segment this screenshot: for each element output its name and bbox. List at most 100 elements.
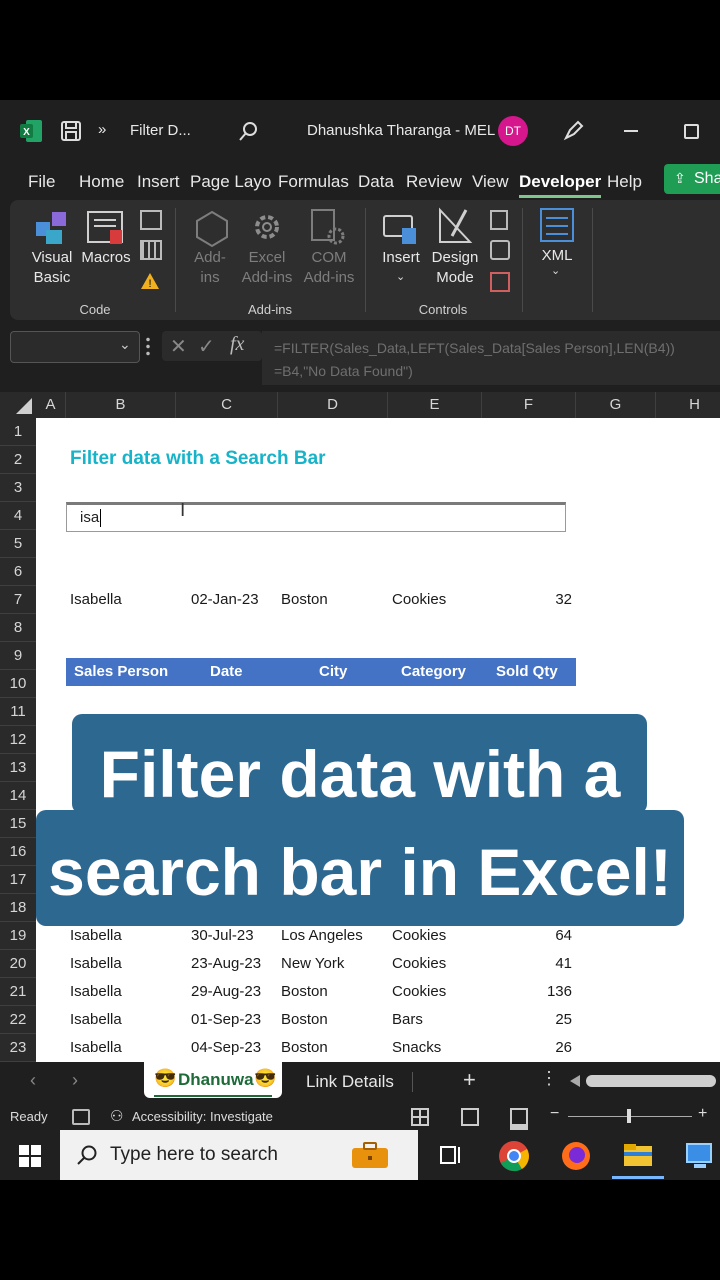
- cell-category[interactable]: Cookies: [392, 978, 446, 1006]
- windows-start-icon[interactable]: [19, 1145, 41, 1167]
- cell-date[interactable]: 29-Aug-23: [191, 978, 261, 1006]
- cell-date[interactable]: 01-Sep-23: [191, 1006, 261, 1034]
- cell-city[interactable]: Boston: [281, 978, 328, 1006]
- tab-view[interactable]: View: [472, 172, 509, 192]
- briefcase-icon[interactable]: [350, 1142, 390, 1170]
- cell-category[interactable]: Snacks: [392, 1034, 441, 1062]
- run-dialog-icon[interactable]: [490, 272, 510, 292]
- add-sheet-button[interactable]: +: [463, 1067, 476, 1093]
- cell-sales-person[interactable]: Isabella: [70, 1034, 122, 1062]
- accessibility-icon[interactable]: ⚇: [110, 1107, 123, 1125]
- tab-insert[interactable]: Insert: [137, 172, 180, 192]
- cell-sold-qty[interactable]: 136: [547, 978, 572, 1006]
- xml-button[interactable]: XML: [530, 246, 584, 266]
- column-header-e[interactable]: E: [388, 392, 482, 418]
- tab-help[interactable]: Help: [607, 172, 642, 192]
- row-header[interactable]: 13: [0, 754, 36, 782]
- zoom-slider-thumb[interactable]: [627, 1109, 631, 1123]
- tab-file[interactable]: File: [28, 172, 55, 192]
- column-header-a[interactable]: A: [36, 392, 66, 418]
- view-code-icon[interactable]: [490, 240, 510, 260]
- cell-category[interactable]: Cookies: [392, 950, 446, 978]
- enter-icon[interactable]: ✓: [198, 334, 215, 359]
- cell-sales-person[interactable]: Isabella: [70, 922, 122, 950]
- cell-category[interactable]: Bars: [392, 1006, 423, 1034]
- row-header[interactable]: 15: [0, 810, 36, 838]
- cell-date[interactable]: 30-Jul-23: [191, 922, 254, 950]
- chevron-down-icon[interactable]: ⌄: [396, 270, 405, 283]
- select-all-icon[interactable]: [14, 398, 32, 414]
- cell-city[interactable]: New York: [281, 950, 344, 978]
- tab-data[interactable]: Data: [358, 172, 394, 192]
- name-box[interactable]: ⌄: [10, 331, 140, 363]
- row-header[interactable]: 23: [0, 1034, 36, 1062]
- zoom-out-button[interactable]: −: [550, 1105, 559, 1123]
- sheet-tab-dhanuwa[interactable]: 😎 Dhanuwa 😎: [144, 1062, 282, 1098]
- visual-basic-icon[interactable]: [32, 208, 72, 248]
- row-header[interactable]: 11: [0, 698, 36, 726]
- column-header-c[interactable]: C: [176, 392, 278, 418]
- search-input[interactable]: isa: [66, 502, 566, 532]
- column-header-f[interactable]: F: [482, 392, 576, 418]
- formula-input[interactable]: =FILTER(Sales_Data,LEFT(Sales_Data[Sales…: [262, 331, 720, 385]
- header-category[interactable]: Category: [401, 658, 466, 686]
- cell-sales-person[interactable]: Isabella: [70, 1006, 122, 1034]
- cell-sales-person[interactable]: Isabella: [70, 950, 122, 978]
- cell-category[interactable]: Cookies: [392, 922, 446, 950]
- row-header[interactable]: 18: [0, 894, 36, 922]
- firefox-icon[interactable]: [560, 1140, 592, 1172]
- save-icon[interactable]: [60, 120, 82, 142]
- cell-city[interactable]: Boston: [281, 1034, 328, 1062]
- more-options-icon[interactable]: ⋮: [540, 1068, 558, 1089]
- avatar[interactable]: DT: [498, 116, 528, 146]
- macro-security-warning-icon[interactable]: !: [140, 272, 160, 290]
- row-header[interactable]: 5: [0, 530, 36, 558]
- row-header[interactable]: 3: [0, 474, 36, 502]
- row-header[interactable]: 1: [0, 418, 36, 446]
- accessibility-status[interactable]: Accessibility: Investigate: [132, 1109, 273, 1124]
- share-button[interactable]: ⇪ Sha: [664, 164, 720, 194]
- next-sheet-icon[interactable]: ›: [72, 1070, 78, 1091]
- tab-home[interactable]: Home: [79, 172, 124, 192]
- row-header[interactable]: 8: [0, 614, 36, 642]
- row-header[interactable]: 6: [0, 558, 36, 586]
- normal-view-icon[interactable]: [411, 1108, 429, 1126]
- visual-basic-button[interactable]: Visual Basic: [24, 248, 80, 288]
- search-icon[interactable]: [238, 120, 260, 142]
- horizontal-scrollbar[interactable]: [586, 1075, 716, 1087]
- minimize-icon[interactable]: [624, 130, 638, 132]
- cell-sold-qty[interactable]: 64: [555, 922, 572, 950]
- tab-formulas[interactable]: Formulas: [278, 172, 349, 192]
- tab-developer[interactable]: Developer: [519, 172, 602, 198]
- record-macro-icon[interactable]: [140, 210, 162, 230]
- row-header[interactable]: 22: [0, 1006, 36, 1034]
- relative-references-icon[interactable]: [140, 240, 162, 260]
- column-header-b[interactable]: B: [66, 392, 176, 418]
- cell-city[interactable]: Boston: [281, 586, 328, 614]
- tab-page-layout[interactable]: Page Layo: [190, 172, 271, 192]
- row-header[interactable]: 9: [0, 642, 36, 670]
- macros-button[interactable]: Macros: [78, 248, 134, 268]
- page-break-view-icon[interactable]: [510, 1108, 528, 1130]
- cell-sold-qty[interactable]: 25: [555, 1006, 572, 1034]
- macro-record-icon[interactable]: [72, 1109, 90, 1125]
- row-header[interactable]: 19: [0, 922, 36, 950]
- insert-function-icon[interactable]: fx: [230, 333, 244, 356]
- excel-add-ins-button[interactable]: Excel Add-ins: [236, 248, 298, 288]
- column-header-g[interactable]: G: [576, 392, 656, 418]
- row-header[interactable]: 4: [0, 502, 36, 530]
- header-city[interactable]: City: [319, 658, 347, 686]
- cell-date[interactable]: 04-Sep-23: [191, 1034, 261, 1062]
- cell-category[interactable]: Cookies: [392, 586, 446, 614]
- properties-icon[interactable]: [490, 210, 508, 230]
- file-explorer-icon[interactable]: [622, 1140, 654, 1170]
- chevron-down-icon[interactable]: ⌄: [119, 336, 131, 353]
- design-mode-button[interactable]: Design Mode: [426, 248, 484, 288]
- row-header[interactable]: 16: [0, 838, 36, 866]
- remote-desktop-icon[interactable]: [684, 1140, 716, 1172]
- macros-icon[interactable]: [86, 208, 126, 248]
- row-header[interactable]: 10: [0, 670, 36, 698]
- header-date[interactable]: Date: [210, 658, 243, 686]
- maximize-icon[interactable]: [684, 124, 699, 139]
- row-header[interactable]: 2: [0, 446, 36, 474]
